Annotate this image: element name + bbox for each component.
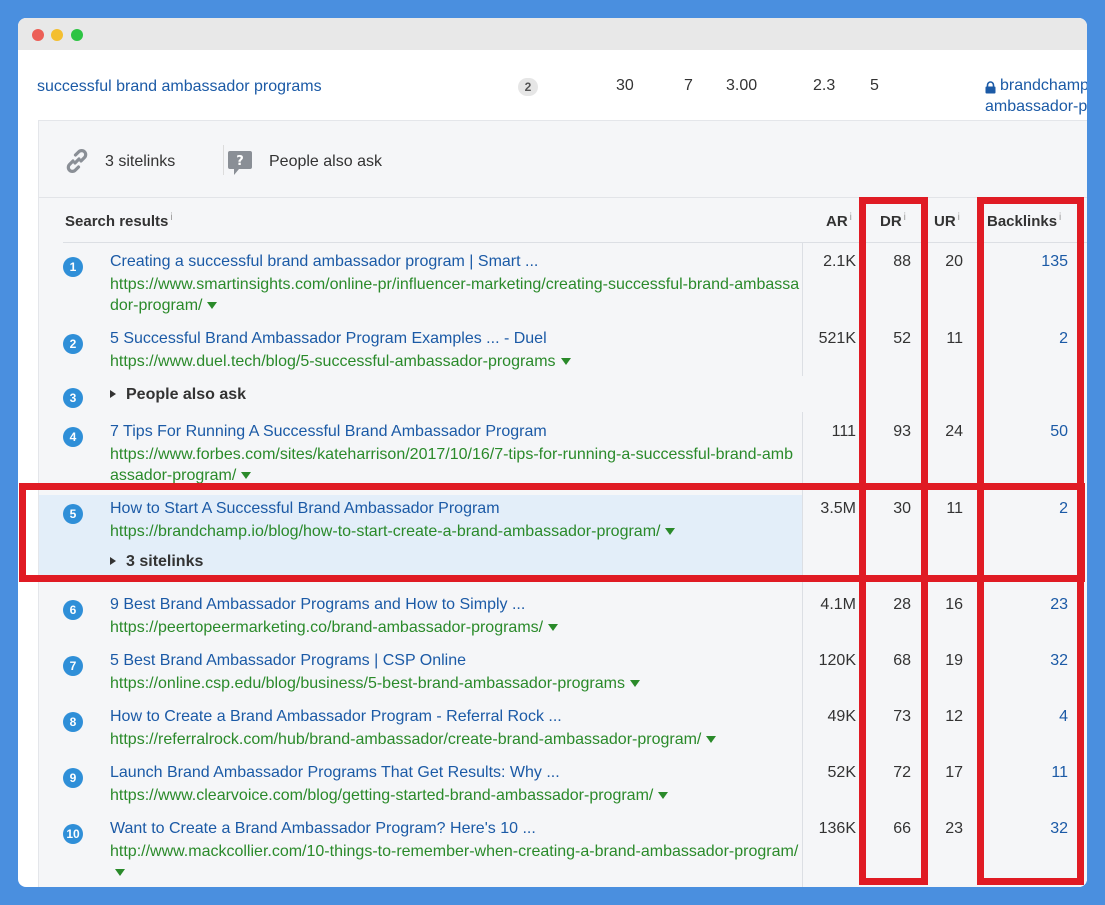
dropdown-caret-icon[interactable]	[548, 624, 559, 632]
cell-ar: 52K	[827, 764, 856, 781]
result-url[interactable]: https://www.clearvoice.com/blog/getting-…	[110, 785, 800, 806]
result-title-link[interactable]: 7 Tips For Running A Successful Brand Am…	[110, 423, 547, 441]
result-url[interactable]: http://www.mackcollier.com/10-things-to-…	[110, 841, 800, 883]
maximize-window-button[interactable]	[71, 29, 83, 41]
result-number: 7	[63, 656, 83, 676]
dropdown-caret-icon[interactable]	[207, 302, 218, 310]
keyword-metric-5: 5	[870, 77, 879, 94]
row-5-highlight	[19, 483, 1085, 582]
cell-ar: 49K	[827, 708, 856, 725]
header-search-results: Search results i	[65, 212, 173, 230]
dropdown-caret-icon[interactable]	[629, 680, 640, 688]
keyword-metric-1: 30	[616, 77, 634, 94]
cell-ar: 111	[831, 423, 856, 440]
dropdown-caret-icon[interactable]	[241, 472, 252, 480]
result-number: 2	[63, 334, 83, 354]
cell-ur: 19	[945, 652, 963, 669]
keyword-url-link-continued[interactable]: ambassador-p	[985, 98, 1087, 116]
header-ar: AR i	[826, 212, 852, 230]
result-number: 4	[63, 427, 83, 447]
cell-ar: 136K	[818, 820, 856, 837]
cell-ur: 17	[945, 764, 963, 781]
question-bubble-icon: ?	[228, 151, 252, 175]
dropdown-caret-icon[interactable]	[115, 869, 125, 877]
tab-people-also-ask[interactable]: People also ask	[269, 153, 382, 171]
keyword-link[interactable]: successful brand ambassador programs	[37, 78, 322, 96]
minimize-window-button[interactable]	[51, 29, 63, 41]
result-number: 9	[63, 768, 83, 788]
result-number: 3	[63, 388, 83, 408]
cell-ar: 521K	[818, 330, 856, 347]
cell-ur: 20	[945, 253, 963, 270]
result-title-link[interactable]: 9 Best Brand Ambassador Programs and How…	[110, 596, 525, 614]
result-url[interactable]: https://www.duel.tech/blog/5-successful-…	[110, 351, 800, 372]
result-url[interactable]: https://peertopeermarketing.co/brand-amb…	[110, 617, 800, 638]
keyword-metric-3: 3.00	[726, 77, 758, 94]
expand-triangle-icon[interactable]	[110, 389, 116, 398]
result-url[interactable]: https://referralrock.com/hub/brand-ambas…	[110, 729, 800, 750]
info-icon[interactable]: i	[958, 212, 960, 223]
result-number: 1	[63, 257, 83, 277]
result-number: 10	[63, 824, 83, 844]
result-number: 6	[63, 600, 83, 620]
cell-ur: 11	[946, 330, 963, 347]
result-title-link[interactable]: Creating a successful brand ambassador p…	[110, 253, 538, 271]
cell-ur: 16	[945, 596, 963, 613]
result-title-link[interactable]: Launch Brand Ambassador Programs That Ge…	[110, 764, 560, 782]
header-divider	[63, 242, 1087, 243]
column-divider	[802, 243, 803, 376]
svg-text:?: ?	[236, 154, 244, 169]
result-number: 8	[63, 712, 83, 732]
keyword-badge: 2	[518, 78, 538, 96]
cell-ar: 120K	[818, 652, 856, 669]
link-icon	[66, 149, 88, 173]
close-window-button[interactable]	[32, 29, 44, 41]
dropdown-caret-icon[interactable]	[560, 358, 571, 366]
cell-ur: 24	[945, 423, 963, 440]
result-title-link[interactable]: 5 Best Brand Ambassador Programs | CSP O…	[110, 652, 466, 670]
result-title-link[interactable]: 5 Successful Brand Ambassador Program Ex…	[110, 330, 547, 348]
tab-divider	[223, 145, 224, 175]
window-titlebar	[18, 18, 1087, 50]
result-title-link[interactable]: How to Create a Brand Ambassador Program…	[110, 708, 562, 726]
result-url[interactable]: https://www.smartinsights.com/online-pr/…	[110, 274, 800, 316]
lock-icon	[985, 81, 996, 94]
keyword-metric-2: 7	[684, 77, 693, 94]
cell-ar: 4.1M	[820, 596, 856, 613]
cell-ur: 12	[945, 708, 963, 725]
cell-ur: 23	[945, 820, 963, 837]
panel-divider	[39, 197, 1087, 198]
info-icon[interactable]: i	[170, 212, 172, 223]
result-title-link[interactable]: Want to Create a Brand Ambassador Progra…	[110, 820, 536, 838]
dropdown-caret-icon[interactable]	[706, 736, 717, 744]
tab-sitelinks[interactable]: 3 sitelinks	[105, 153, 175, 171]
header-ur: UR i	[934, 212, 960, 230]
dropdown-caret-icon[interactable]	[658, 792, 669, 800]
info-icon[interactable]: i	[850, 212, 852, 223]
result-url[interactable]: https://www.forbes.com/sites/kateharriso…	[110, 444, 800, 486]
keyword-metric-4: 2.3	[813, 77, 836, 94]
result-url[interactable]: https://online.csp.edu/blog/business/5-b…	[110, 673, 800, 694]
keyword-url-link[interactable]: brandchamp	[1000, 77, 1087, 95]
people-also-ask-toggle[interactable]: People also ask	[110, 386, 246, 404]
cell-ar: 2.1K	[823, 253, 856, 270]
